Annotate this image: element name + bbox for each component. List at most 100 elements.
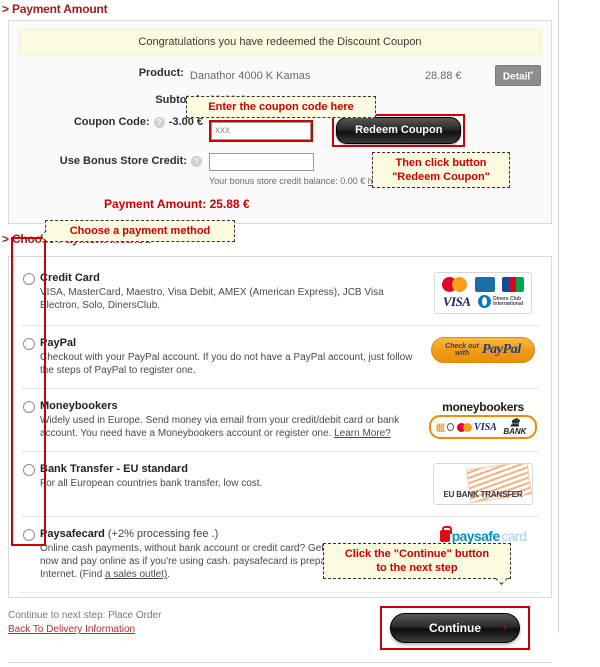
jcb-icon bbox=[501, 277, 524, 293]
radio-bank-transfer[interactable] bbox=[23, 464, 35, 477]
payment-method-paypal[interactable]: PayPal Checkout with your PayPal account… bbox=[21, 326, 539, 390]
coupon-code-label: Coupon Code: ? -3.00 € bbox=[19, 114, 209, 130]
mastercard-small-icon bbox=[457, 422, 473, 432]
bonus-credit-label: Use Bonus Store Credit: ? bbox=[19, 153, 209, 169]
visa-icon: VISA bbox=[442, 293, 471, 309]
callout-enter-coupon: Enter the coupon code here bbox=[186, 96, 376, 118]
subtotal-label: Subtotal: bbox=[155, 94, 203, 107]
paypal-checkout-badge: Check out with PayPal bbox=[431, 337, 535, 364]
help-icon-coupon[interactable]: ? bbox=[153, 116, 165, 128]
payment-amount-total-label: Payment Amount: bbox=[104, 197, 207, 212]
moneybookers-desc: Widely used in Europe. Send money via em… bbox=[40, 414, 421, 440]
bank-transfer-text: Bank Transfer - EU standard For all Euro… bbox=[40, 463, 429, 490]
help-icon-bonus[interactable]: ? bbox=[191, 155, 202, 167]
payment-method-moneybookers[interactable]: Moneybookers Widely used in Europe. Send… bbox=[21, 389, 539, 453]
bank-small-icon: 🏛BANK bbox=[503, 418, 527, 437]
card-wordmark: card bbox=[501, 528, 527, 545]
paypal-with-text: with bbox=[455, 350, 470, 358]
radio-paypal[interactable] bbox=[23, 338, 35, 351]
moneybookers-logo: moneybookers (((( VISA 🏛BANK bbox=[429, 400, 537, 440]
credit-card-text: Credit Card VISA, MasterCard, Maestro, V… bbox=[40, 272, 429, 312]
moneybookers-badge: moneybookers (((( VISA 🏛BANK bbox=[429, 400, 537, 440]
paysafecard-badge: paysafe card bbox=[439, 526, 527, 545]
card-logo-row-2: VISA Diners Club International bbox=[439, 294, 527, 310]
coupon-label-text: Coupon Code: bbox=[73, 116, 150, 129]
redeem-coupon-button[interactable]: Redeem Coupon bbox=[336, 117, 462, 145]
payment-amount-heading: > Payment Amount bbox=[2, 2, 108, 16]
paysafecard-logo: paysafe card bbox=[429, 526, 537, 545]
coupon-discount-amount: -3.00 € bbox=[168, 116, 203, 129]
coupon-code-row: Coupon Code: ? -3.00 € Redeem Coupon bbox=[19, 114, 541, 148]
paypal-checkout-text: Check out bbox=[445, 343, 480, 351]
eu-bank-transfer-text: EU BANK TRANSFER bbox=[443, 490, 523, 500]
visa-small-icon: VISA bbox=[474, 421, 497, 433]
continue-button-label: Continue bbox=[429, 621, 481, 636]
callout-choose-method: Choose a payment method bbox=[45, 220, 235, 242]
paysafecard-sales-outlet-link[interactable]: a sales outlet) bbox=[105, 569, 167, 580]
radio-credit-card[interactable] bbox=[23, 273, 35, 286]
callout-continue: Click the "Continue" button to the next … bbox=[323, 543, 511, 579]
paypal-title: PayPal bbox=[40, 337, 77, 350]
eu-bank-transfer-badge: EU BANK TRANSFER bbox=[433, 463, 533, 506]
mastercard-icon bbox=[442, 277, 468, 293]
paypal-badge-sub: Check out with bbox=[445, 343, 479, 357]
diners-club-icon: Diners Club International bbox=[478, 295, 523, 309]
paysafecard-fee: (+2% processing fee .) bbox=[107, 528, 219, 541]
visa-electron-icon bbox=[474, 277, 495, 293]
moneybookers-title: Moneybookers bbox=[40, 400, 118, 413]
footer-left: Continue to next step: Place Order Back … bbox=[8, 606, 161, 635]
product-label: Product: bbox=[138, 67, 184, 79]
moneybookers-pill: (((( VISA 🏛BANK bbox=[429, 415, 537, 440]
credit-card-logos: VISA Diners Club International bbox=[429, 272, 537, 315]
checkout-footer: Continue to next step: Place Order Back … bbox=[8, 606, 552, 664]
product-price: 28.88 € bbox=[424, 69, 462, 82]
coupon-code-input[interactable] bbox=[211, 121, 311, 140]
product-row: Product: Danathor 4000 K Kamas 28.88 € D… bbox=[19, 65, 541, 87]
continue-button-highlight: Continue › bbox=[380, 606, 530, 651]
bank-transfer-title: Bank Transfer - EU standard bbox=[40, 463, 188, 476]
credit-card-title: Credit Card bbox=[40, 272, 100, 285]
paypal-logo: Check out with PayPal bbox=[429, 337, 537, 364]
credit-card-desc: VISA, MasterCard, Maestro, Visa Debit, A… bbox=[40, 287, 384, 312]
paysafecard-desc-tail: . bbox=[167, 569, 171, 581]
payment-method-credit-card[interactable]: Credit Card VISA, MasterCard, Maestro, V… bbox=[21, 261, 539, 327]
paypal-wordmark: PayPal bbox=[482, 342, 521, 358]
signal-arcs-icon: (((( bbox=[436, 422, 445, 433]
coupon-input-highlight bbox=[209, 119, 313, 142]
back-to-delivery-link[interactable]: Back To Delivery Information bbox=[8, 624, 135, 635]
next-step-text: Continue to next step: Place Order bbox=[8, 610, 162, 622]
product-name: Danathor 4000 K Kamas bbox=[189, 69, 311, 82]
lock-icon bbox=[439, 526, 452, 543]
card-logo-box: VISA Diners Club International bbox=[434, 272, 532, 315]
paysafe-wordmark: paysafe bbox=[451, 528, 501, 545]
product-details: Danathor 4000 K Kamas 28.88 € Detail▪ bbox=[189, 65, 541, 87]
bank-transfer-logo: EU BANK TRANSFER bbox=[429, 463, 537, 506]
moneybookers-wordmark: moneybookers bbox=[442, 400, 524, 415]
checkout-page: > Payment Amount Congratulations you hav… bbox=[0, 0, 600, 667]
coupon-controls: Redeem Coupon bbox=[209, 114, 541, 148]
page-right-border bbox=[558, 0, 559, 633]
moneybookers-learn-more-link[interactable]: Learn More? bbox=[334, 428, 391, 439]
moneybookers-text: Moneybookers Widely used in Europe. Send… bbox=[40, 400, 429, 440]
paypal-desc: Checkout with your PayPal account. If yo… bbox=[40, 352, 413, 377]
bonus-label-text: Use Bonus Store Credit: bbox=[59, 155, 187, 168]
chevron-right-icon: › bbox=[503, 622, 507, 635]
payment-amount-total-value: 25.88 € bbox=[209, 197, 250, 212]
paysafecard-title: Paysafecard (+2% processing fee .) bbox=[40, 528, 421, 540]
radio-moneybookers[interactable] bbox=[23, 401, 35, 414]
paypal-text: PayPal Checkout with your PayPal account… bbox=[40, 337, 429, 377]
payment-amount-panel: Congratulations you have redeemed the Di… bbox=[8, 20, 552, 225]
circle-icon bbox=[447, 423, 455, 432]
bonus-credit-input[interactable] bbox=[209, 153, 314, 172]
radio-paysafecard[interactable] bbox=[23, 529, 35, 542]
payment-amount-total: Payment Amount: 25.88 € bbox=[19, 197, 541, 211]
coupon-success-banner: Congratulations you have redeemed the Di… bbox=[19, 29, 541, 55]
paysafecard-title-text: Paysafecard bbox=[40, 528, 105, 541]
callout-redeem-coupon: Then click button "Redeem Coupon" bbox=[372, 152, 510, 188]
continue-button[interactable]: Continue › bbox=[390, 613, 520, 644]
detail-button[interactable]: Detail▪ bbox=[494, 65, 541, 87]
bank-transfer-desc: For all European countries bank transfer… bbox=[40, 478, 263, 490]
bonus-balance-text: Your bonus store credit balance: 0.00 € bbox=[209, 176, 368, 187]
payment-method-bank-transfer[interactable]: Bank Transfer - EU standard For all Euro… bbox=[21, 452, 539, 518]
redeem-button-highlight: Redeem Coupon bbox=[332, 114, 466, 148]
